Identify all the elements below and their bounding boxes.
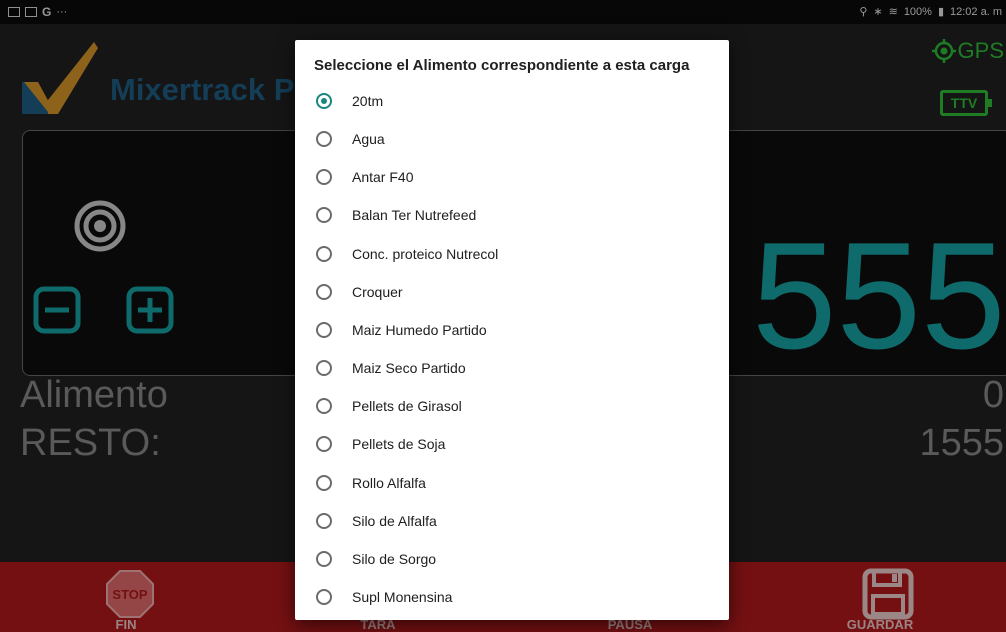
radio-button[interactable]: [316, 398, 332, 415]
food-option-label: Croquer: [352, 283, 403, 300]
food-option[interactable]: Silo de Sorgo: [295, 540, 729, 578]
radio-button[interactable]: [316, 436, 332, 453]
food-option[interactable]: Maiz Humedo Partido: [295, 311, 729, 349]
radio-button[interactable]: [316, 474, 332, 491]
food-option[interactable]: Pellets de Girasol: [295, 387, 729, 425]
food-option-label: Pellets de Soja: [352, 436, 446, 453]
dialog-title: Seleccione el Alimento correspondiente a…: [314, 57, 690, 74]
radio-button[interactable]: [316, 321, 332, 338]
radio-button[interactable]: [316, 550, 332, 567]
radio-button[interactable]: [316, 207, 332, 224]
food-option[interactable]: Silo de Alfalfa: [295, 502, 729, 540]
radio-button[interactable]: [316, 169, 332, 186]
food-option[interactable]: Rollo Alfalfa: [295, 464, 729, 502]
radio-button[interactable]: [316, 360, 332, 377]
food-option[interactable]: Balan Ter Nutrefeed: [295, 196, 729, 234]
food-option[interactable]: Croquer: [295, 273, 729, 311]
food-option-label: Silo de Sorgo: [352, 550, 437, 567]
food-option-label: Pellets de Girasol: [352, 398, 462, 415]
food-option-label: Antar F40: [352, 169, 414, 186]
radio-button[interactable]: [316, 283, 332, 300]
food-option-label: Maiz Humedo Partido: [352, 321, 487, 338]
food-option-label: Agua: [352, 131, 385, 148]
food-option[interactable]: Maiz Seco Partido: [295, 349, 729, 387]
food-option[interactable]: Conc. proteico Nutrecol: [295, 235, 729, 273]
radio-button[interactable]: [316, 512, 332, 529]
food-option-label: Conc. proteico Nutrecol: [352, 245, 499, 262]
food-option[interactable]: Agua: [295, 120, 729, 158]
radio-button[interactable]: [316, 131, 332, 148]
food-option-label: 20tm: [352, 93, 384, 109]
food-option-label: Supl Monensina: [352, 588, 453, 605]
food-option-label: Maiz Seco Partido: [352, 360, 466, 377]
radio-button[interactable]: [316, 93, 332, 109]
food-option-label: Rollo Alfalfa: [352, 474, 426, 491]
food-option[interactable]: Supl Monensina: [295, 578, 729, 616]
food-option-label: Silo de Alfalfa: [352, 512, 437, 529]
food-option[interactable]: Antar F40: [295, 158, 729, 196]
food-option[interactable]: Pellets de Soja: [295, 425, 729, 463]
food-selection-dialog: Seleccione el Alimento correspondiente a…: [295, 40, 729, 620]
food-option-label: Balan Ter Nutrefeed: [352, 207, 477, 224]
food-option[interactable]: 20tm: [295, 82, 729, 120]
radio-button[interactable]: [316, 245, 332, 262]
radio-button[interactable]: [316, 588, 332, 605]
